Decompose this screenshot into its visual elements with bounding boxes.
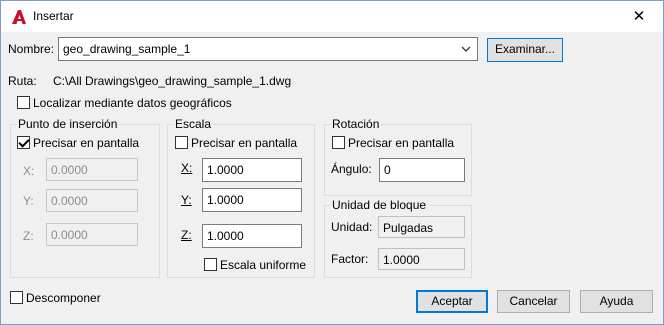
rotation-onscreen-label: Precisar en pantalla <box>348 136 455 150</box>
factor-value-box: 1.0000 <box>378 248 465 270</box>
window-title: Insertar <box>33 9 74 23</box>
scale-y-input[interactable]: 1.0000 <box>202 188 302 212</box>
insertion-x-label: X: <box>23 164 35 178</box>
insert-dialog: Insertar ✕ Nombre: geo_drawing_sample_1 … <box>0 0 664 325</box>
scale-y-value: 1.0000 <box>207 193 244 207</box>
close-icon: ✕ <box>632 8 646 25</box>
autocad-a-icon <box>12 10 26 24</box>
insertion-y-label: Y: <box>23 194 34 208</box>
factor-value: 1.0000 <box>383 253 420 267</box>
browse-button[interactable]: Examinar... <box>487 38 563 62</box>
path-value: C:\All Drawings\geo_drawing_sample_1.dwg <box>53 74 292 88</box>
angle-value: 0 <box>384 163 391 177</box>
scale-x-input[interactable]: 1.0000 <box>202 158 302 182</box>
uniform-scale-checkbox[interactable] <box>204 258 217 271</box>
name-value: geo_drawing_sample_1 <box>63 42 191 56</box>
unit-value-box: Pulgadas <box>378 216 465 238</box>
cancel-button[interactable]: Cancelar <box>497 290 570 313</box>
help-button[interactable]: Ayuda <box>580 290 653 313</box>
geo-locate-checkbox[interactable] <box>17 96 30 109</box>
help-button-label: Ayuda <box>599 294 634 308</box>
insertion-onscreen-label: Precisar en pantalla <box>33 136 140 150</box>
scale-z-label: Z: <box>181 228 192 242</box>
scale-x-value: 1.0000 <box>207 163 244 177</box>
scale-onscreen-label: Precisar en pantalla <box>191 136 298 150</box>
close-button[interactable]: ✕ <box>619 3 659 31</box>
factor-label: Factor: <box>331 252 369 266</box>
insertion-z-value: 0.0000 <box>51 228 88 242</box>
scale-y-label: Y: <box>181 193 192 207</box>
chevron-down-icon[interactable] <box>461 44 471 54</box>
name-combobox[interactable]: geo_drawing_sample_1 <box>58 37 478 61</box>
block-unit-title: Unidad de bloque <box>330 198 429 212</box>
explode-label: Descomponer <box>26 291 101 305</box>
unit-label: Unidad: <box>331 220 373 234</box>
ok-button-label: Aceptar <box>431 294 473 308</box>
uniform-scale-label: Escala uniforme <box>220 258 307 272</box>
insertion-onscreen-checkbox[interactable] <box>17 136 30 149</box>
insertion-z-input[interactable]: 0.0000 <box>46 223 138 246</box>
name-label: Nombre: <box>8 42 55 56</box>
scale-z-value: 1.0000 <box>207 229 244 243</box>
cancel-button-label: Cancelar <box>509 294 558 308</box>
insertion-x-input[interactable]: 0.0000 <box>46 158 138 181</box>
insertion-y-input[interactable]: 0.0000 <box>46 189 138 212</box>
rotation-onscreen-checkbox[interactable] <box>332 136 345 149</box>
angle-input[interactable]: 0 <box>379 158 465 182</box>
unit-value: Pulgadas <box>383 221 434 235</box>
insertion-point-title: Punto de inserción <box>16 117 120 131</box>
explode-checkbox[interactable] <box>10 291 23 304</box>
path-label: Ruta: <box>8 74 37 88</box>
browse-button-label: Examinar... <box>494 42 556 56</box>
scale-x-label: X: <box>181 161 193 175</box>
angle-label: Ángulo: <box>331 162 372 176</box>
insertion-z-label: Z: <box>23 229 34 243</box>
scale-title: Escala <box>173 117 214 131</box>
scale-z-input[interactable]: 1.0000 <box>202 224 302 248</box>
insertion-y-value: 0.0000 <box>51 194 88 208</box>
rotation-title: Rotación <box>330 117 382 131</box>
geo-locate-label: Localizar mediante datos geográficos <box>33 96 232 110</box>
ok-button[interactable]: Aceptar <box>416 290 488 313</box>
title-bar: Insertar ✕ <box>1 1 663 32</box>
scale-onscreen-checkbox[interactable] <box>175 136 188 149</box>
insertion-x-value: 0.0000 <box>51 163 88 177</box>
